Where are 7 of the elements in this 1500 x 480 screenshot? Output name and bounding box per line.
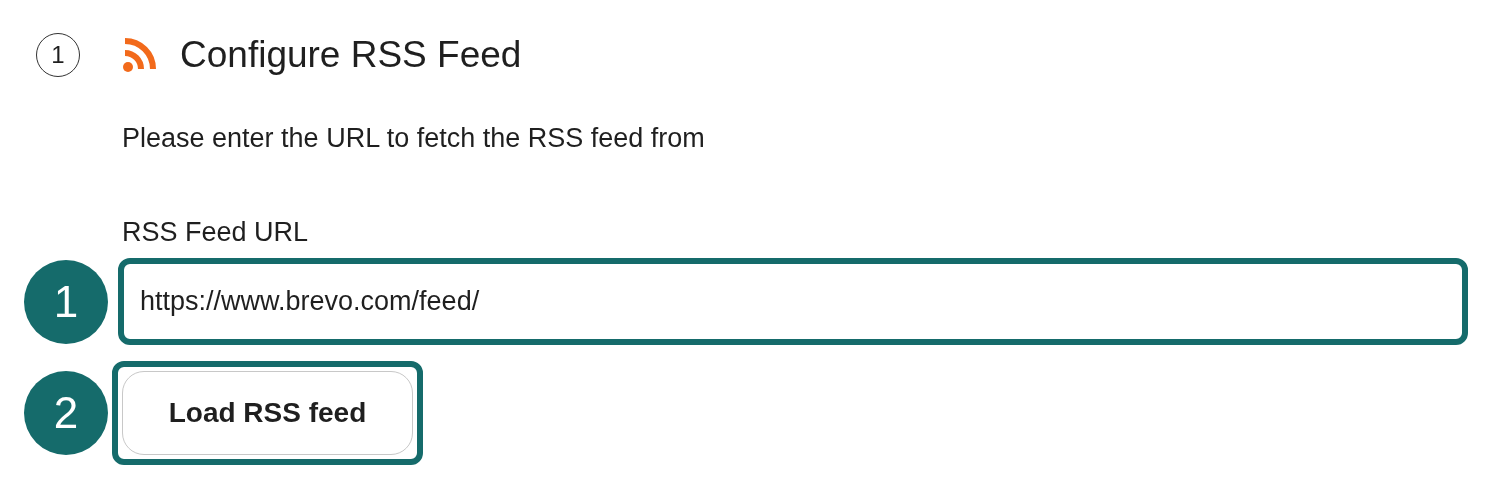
field-label: RSS Feed URL (122, 217, 310, 248)
description-text: Please enter the URL to fetch the RSS feed from (122, 123, 706, 154)
callout-badge: 1 (24, 259, 108, 344)
load-button[interactable]: Load RSS feed (122, 371, 413, 455)
callout-badge: 2 (24, 371, 108, 455)
url-field[interactable]: https://www.brevo.com/feed/ (118, 258, 1468, 345)
section-title: Configure RSS Feed (180, 34, 522, 76)
